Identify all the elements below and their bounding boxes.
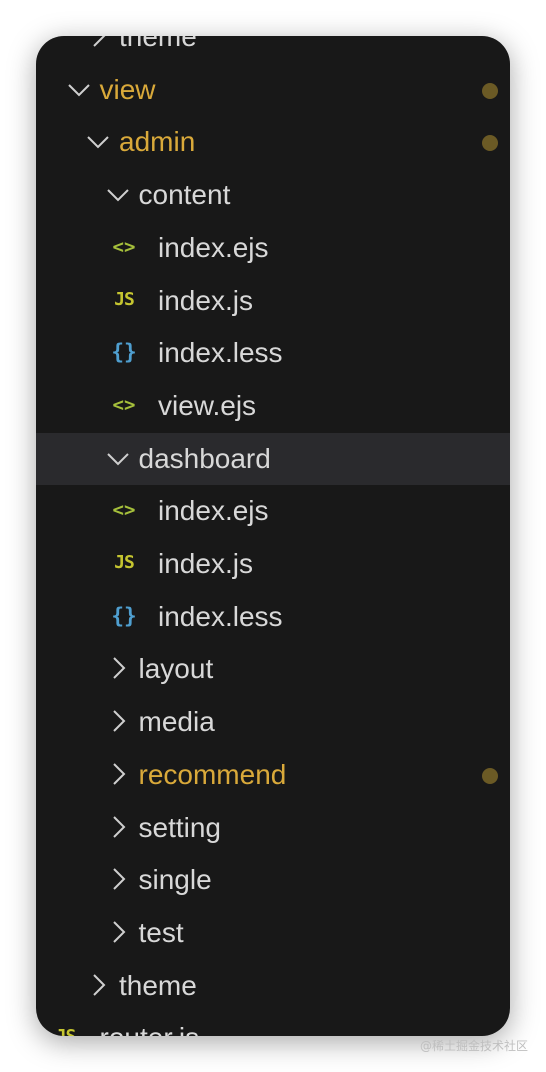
less-file-icon: {} bbox=[111, 603, 137, 628]
tree-file-row[interactable]: JS index.js bbox=[36, 275, 510, 327]
modified-dot-icon bbox=[482, 767, 498, 784]
tree-item-label: index.js bbox=[158, 548, 253, 579]
js-file-icon: JS bbox=[114, 552, 135, 573]
tree-item-label: single bbox=[138, 864, 212, 896]
chevron-right-icon[interactable] bbox=[85, 972, 111, 998]
modified-dot-icon bbox=[482, 82, 498, 99]
tree-folder-row[interactable]: theme bbox=[36, 36, 510, 63]
js-file-icon: JS bbox=[114, 288, 135, 310]
file-tree: theme view admin content <> index.ejs JS index.… bbox=[36, 36, 510, 1036]
chevron-down-icon[interactable] bbox=[105, 445, 131, 471]
tree-file-row[interactable]: {} index.less bbox=[36, 591, 510, 643]
chevron-down-icon[interactable] bbox=[66, 76, 92, 102]
js-file-icon: JS bbox=[51, 1024, 81, 1036]
less-file-icon: {} bbox=[111, 340, 137, 365]
file-explorer-panel: theme view admin content <> index.ejs JS index.… bbox=[36, 36, 510, 1036]
tree-folder-row[interactable]: test bbox=[36, 907, 510, 959]
tree-item-label: admin bbox=[119, 126, 196, 158]
tree-folder-row[interactable]: media bbox=[36, 696, 510, 748]
ejs-file-icon: <> bbox=[112, 393, 136, 416]
chevron-right-icon[interactable] bbox=[105, 919, 131, 945]
chevron-right-icon[interactable] bbox=[105, 708, 131, 734]
tree-item-label: layout bbox=[138, 653, 214, 685]
tree-item-label: content bbox=[138, 179, 231, 211]
tree-item-label: setting bbox=[138, 811, 222, 843]
tree-folder-row[interactable]: setting bbox=[36, 802, 510, 854]
chevron-right-icon[interactable] bbox=[105, 655, 131, 681]
tree-file-row[interactable]: <> view.ejs bbox=[36, 380, 510, 432]
tree-file-row[interactable]: JS index.js bbox=[36, 538, 510, 590]
ejs-file-icon: <> bbox=[112, 235, 136, 258]
tree-file-row[interactable]: JS router.js bbox=[36, 1012, 510, 1036]
chevron-right-icon[interactable] bbox=[105, 866, 131, 892]
tree-folder-row[interactable]: layout bbox=[36, 643, 510, 695]
tree-item-label: index.ejs bbox=[158, 495, 269, 527]
chevron-down-icon[interactable] bbox=[85, 128, 111, 154]
ejs-file-icon: <> bbox=[112, 499, 136, 522]
tree-item-label: view bbox=[99, 73, 156, 105]
chevron-down-icon[interactable] bbox=[105, 181, 131, 207]
tree-item-label: media bbox=[138, 706, 215, 738]
tree-item-label: theme bbox=[119, 969, 197, 1001]
tree-item-label: index.less bbox=[158, 337, 283, 369]
tree-folder-row[interactable]: view bbox=[36, 64, 510, 116]
tree-file-row[interactable]: {} index.less bbox=[36, 327, 510, 379]
tree-folder-row[interactable]: theme bbox=[36, 960, 510, 1012]
tree-file-row[interactable]: <> index.ejs bbox=[36, 222, 510, 274]
tree-folder-row[interactable]: recommend bbox=[36, 749, 510, 801]
tree-item-label: view.ejs bbox=[158, 389, 257, 421]
chevron-right-icon[interactable] bbox=[105, 761, 131, 787]
watermark: @稀土掘金技术社区 bbox=[419, 1039, 528, 1053]
tree-folder-row[interactable]: dashboard bbox=[36, 432, 510, 485]
tree-folder-row[interactable]: single bbox=[36, 854, 510, 906]
chevron-right-icon[interactable] bbox=[105, 814, 131, 840]
modified-dot-icon bbox=[482, 135, 498, 152]
tree-folder-row[interactable]: admin bbox=[36, 116, 510, 168]
tree-item-label: index.ejs bbox=[158, 231, 269, 263]
tree-item-label: test bbox=[138, 916, 184, 948]
tree-item-label: index.js bbox=[158, 284, 253, 316]
tree-item-label: theme bbox=[119, 36, 197, 52]
tree-item-label: index.less bbox=[158, 600, 283, 632]
tree-file-row[interactable]: <> index.ejs bbox=[36, 485, 510, 537]
chevron-right-icon[interactable] bbox=[85, 36, 111, 49]
tree-folder-row[interactable]: content bbox=[36, 169, 510, 221]
tree-item-label: dashboard bbox=[138, 442, 271, 474]
tree-item-label: router.js bbox=[100, 1012, 200, 1036]
tree-item-label: recommend bbox=[138, 758, 287, 790]
